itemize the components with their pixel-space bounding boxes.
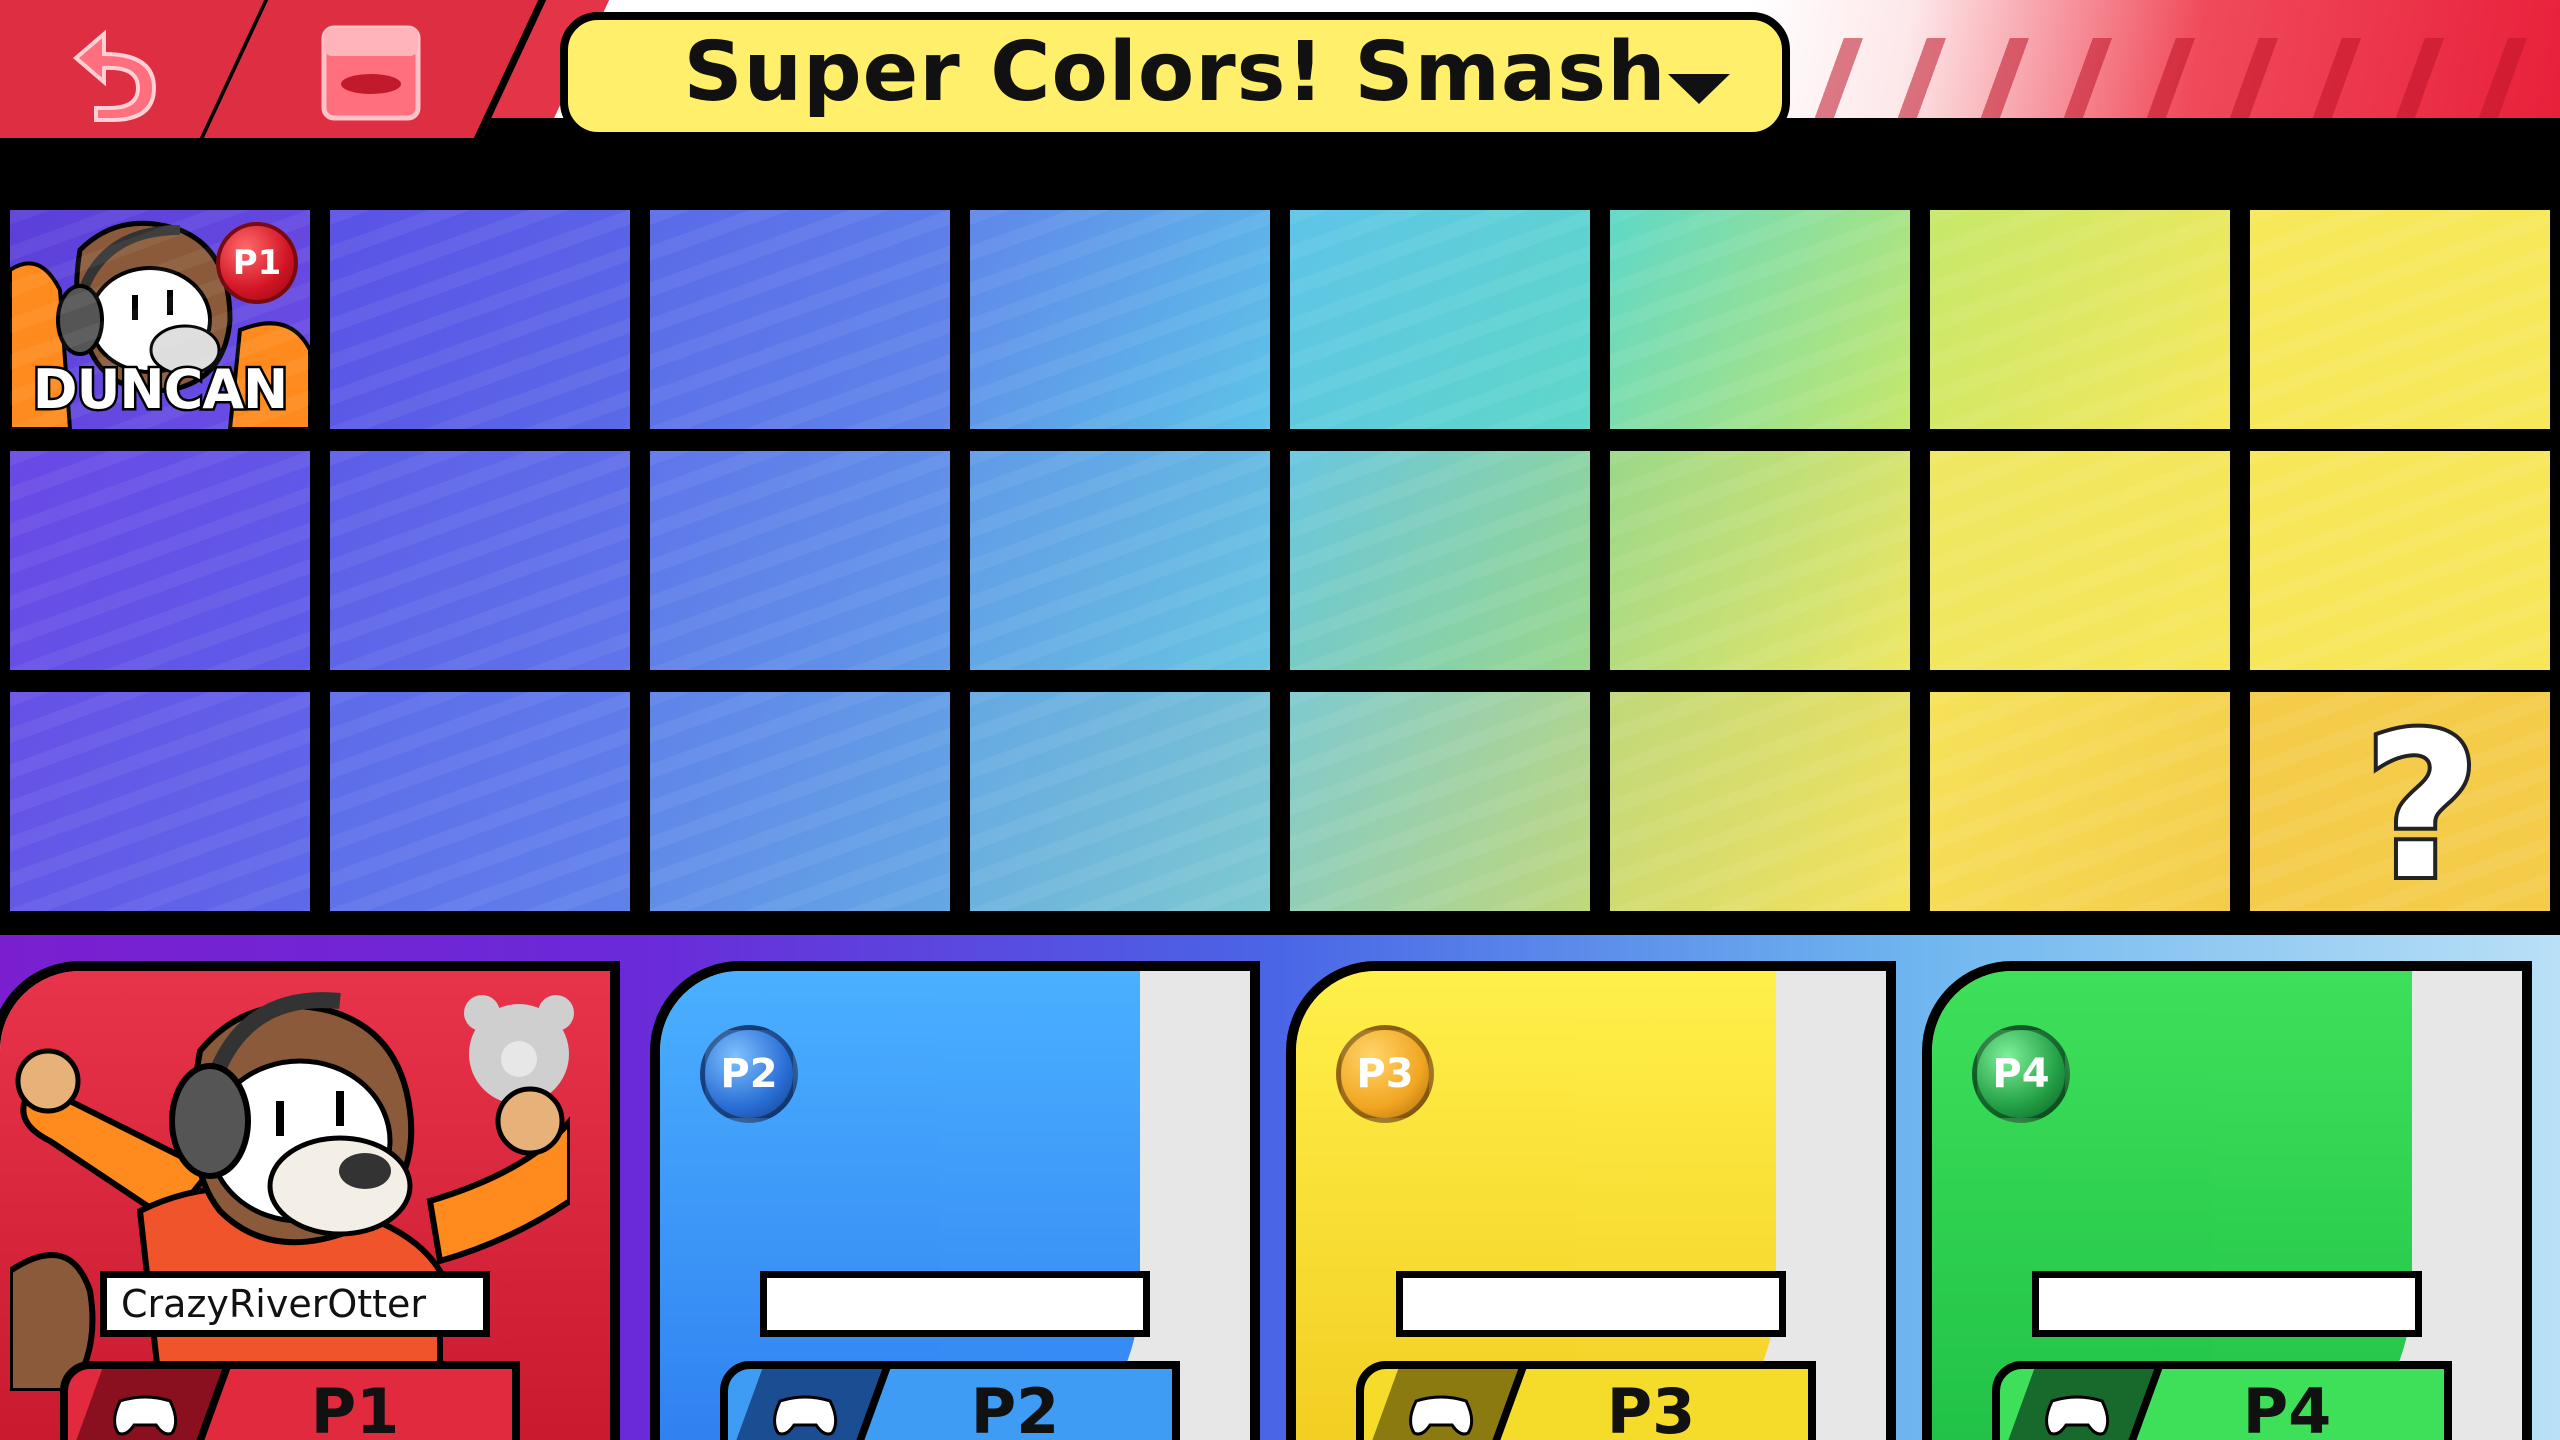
player-card-p1[interactable]: CrazyRiverOtter P1 — [0, 961, 620, 1440]
player-slot-label: P2 — [970, 1375, 1060, 1440]
empty-fighter-cell[interactable] — [10, 451, 310, 670]
cell-texture — [1290, 692, 1590, 911]
empty-fighter-cell[interactable] — [970, 451, 1270, 670]
player-slot-label: P3 — [1606, 1375, 1696, 1440]
player-card-p2[interactable]: P2 P2 — [650, 961, 1260, 1440]
empty-fighter-cell[interactable] — [1930, 451, 2230, 670]
character-grid: P1 DUNCAN? — [0, 145, 2560, 935]
header-stripe-lines — [1780, 38, 2560, 118]
top-bar: Super Colors! Smash — [0, 0, 2560, 145]
cell-texture — [1930, 451, 2230, 670]
player-card-p4[interactable]: P4 P4 — [1922, 961, 2532, 1440]
empty-fighter-cell[interactable] — [1290, 692, 1590, 911]
ruleset-dropdown[interactable]: Super Colors! Smash — [560, 12, 1790, 140]
ruleset-icon — [321, 25, 421, 121]
controller-slot-p1[interactable]: P1 — [60, 1361, 520, 1440]
cell-texture — [970, 210, 1270, 429]
cell-texture — [1610, 451, 1910, 670]
player-name-tag[interactable]: CrazyRiverOtter — [100, 1271, 490, 1337]
empty-fighter-cell[interactable] — [2250, 210, 2550, 429]
player-name-tag[interactable] — [2032, 1271, 2422, 1337]
player-token-p2[interactable]: P2 — [700, 1025, 798, 1123]
empty-fighter-cell[interactable] — [1610, 692, 1910, 911]
fighter-name: DUNCAN — [30, 356, 290, 424]
cell-texture — [970, 692, 1270, 911]
cell-texture — [10, 692, 310, 911]
gamepad-icon — [2045, 1395, 2110, 1436]
empty-fighter-cell[interactable] — [1610, 210, 1910, 429]
cell-texture — [1610, 210, 1910, 429]
gamepad-icon — [1409, 1395, 1474, 1436]
fighter-cell-duncan[interactable]: P1 DUNCAN — [10, 210, 310, 429]
player-name-tag[interactable] — [760, 1271, 1150, 1337]
controller-slot-p2[interactable]: P2 — [720, 1361, 1180, 1440]
cell-texture — [10, 451, 310, 670]
empty-fighter-cell[interactable] — [10, 692, 310, 911]
cell-texture — [1610, 692, 1910, 911]
cell-texture — [1290, 210, 1590, 429]
empty-fighter-cell[interactable] — [1290, 210, 1590, 429]
random-fighter-cell[interactable]: ? — [2250, 692, 2550, 911]
cell-texture — [2250, 210, 2550, 429]
question-mark-icon: ? — [2360, 692, 2484, 912]
empty-fighter-cell[interactable] — [650, 210, 950, 429]
empty-fighter-cell[interactable] — [1930, 210, 2230, 429]
controller-slot-p3[interactable]: P3 — [1356, 1361, 1816, 1440]
undo-arrow-icon — [72, 29, 157, 122]
gamepad-icon — [773, 1395, 838, 1436]
empty-fighter-cell[interactable] — [1610, 451, 1910, 670]
cell-texture — [330, 692, 630, 911]
empty-fighter-cell[interactable] — [1290, 451, 1590, 670]
cell-texture — [330, 451, 630, 670]
empty-fighter-cell[interactable] — [2250, 451, 2550, 670]
controller-slot-p4[interactable]: P4 — [1992, 1361, 2452, 1440]
empty-fighter-cell[interactable] — [1930, 692, 2230, 911]
empty-fighter-cell[interactable] — [330, 451, 630, 670]
caret-down-icon — [1668, 74, 1730, 104]
empty-fighter-cell[interactable] — [330, 692, 630, 911]
player-token-p3[interactable]: P3 — [1336, 1025, 1434, 1123]
gamepad-icon — [113, 1395, 178, 1436]
player-token-p4[interactable]: P4 — [1972, 1025, 2070, 1123]
empty-fighter-cell[interactable] — [650, 692, 950, 911]
cell-texture — [2250, 451, 2550, 670]
empty-fighter-cell[interactable] — [970, 692, 1270, 911]
empty-fighter-cell[interactable] — [330, 210, 630, 429]
player-slot-label: P4 — [2242, 1375, 2332, 1440]
cell-texture — [650, 210, 950, 429]
cell-texture — [1930, 692, 2230, 911]
cell-texture — [1290, 451, 1590, 670]
cell-texture — [650, 692, 950, 911]
empty-fighter-cell[interactable] — [650, 451, 950, 670]
player-panels: CrazyRiverOtter P1 P2 P2 P3 P3 P4 P4 — [0, 935, 2560, 1440]
player-name-tag[interactable] — [1396, 1271, 1786, 1337]
cell-texture — [330, 210, 630, 429]
cell-texture — [970, 451, 1270, 670]
player-cursor-token-p1[interactable]: P1 — [216, 222, 298, 304]
empty-fighter-cell[interactable] — [970, 210, 1270, 429]
ruleset-title: Super Colors! Smash — [683, 24, 1667, 120]
cell-texture — [1930, 210, 2230, 429]
player-slot-label: P1 — [310, 1375, 400, 1440]
cell-texture — [650, 451, 950, 670]
player-card-p3[interactable]: P3 P3 — [1286, 961, 1896, 1440]
